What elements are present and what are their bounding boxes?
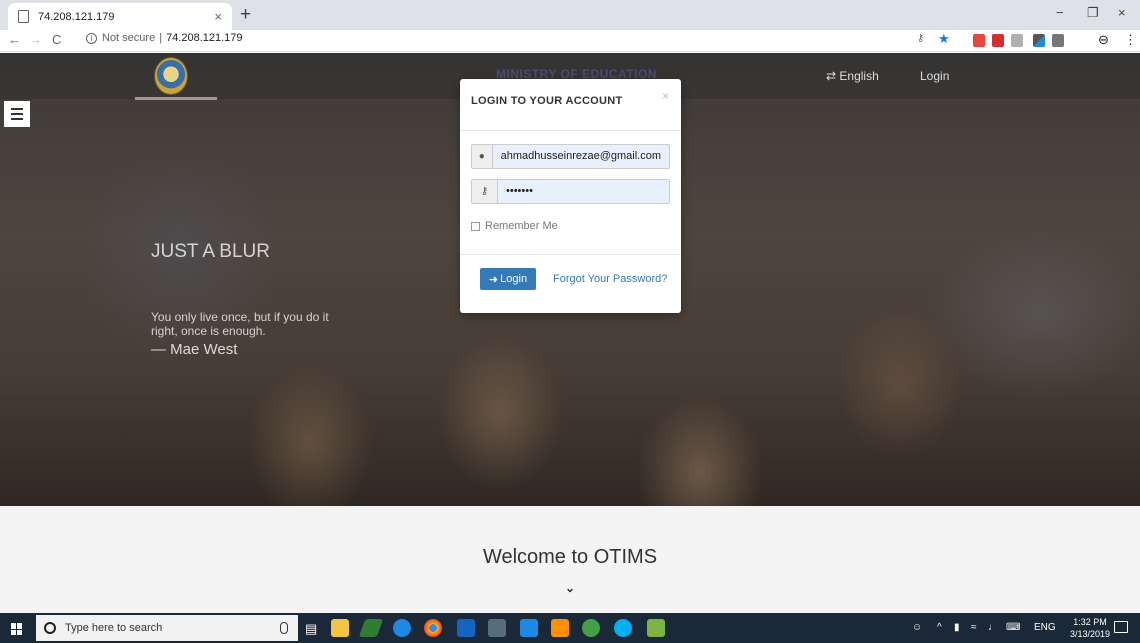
- minimize-button[interactable]: −: [1056, 5, 1064, 20]
- security-label: Not secure: [102, 32, 156, 44]
- forward-button[interactable]: →: [29, 32, 42, 47]
- tab-title: 74.208.121.179: [38, 10, 115, 23]
- restore-button[interactable]: ❐: [1087, 5, 1099, 21]
- help-extension-icon[interactable]: [1052, 34, 1064, 47]
- chevron-up-icon[interactable]: ^: [937, 622, 942, 633]
- login-modal: LOGIN TO YOUR ACCOUNT × ● ahmadhusseinre…: [460, 79, 681, 313]
- browser-tabstrip: 74.208.121.179 × + − ❐ ×: [0, 0, 1140, 30]
- welcome-heading: Welcome to OTIMS: [482, 546, 658, 568]
- hero-quote: You only live once, but if you do it rig…: [151, 310, 329, 338]
- outlook-icon[interactable]: [457, 619, 475, 637]
- email-field-group: ● ahmadhusseinrezae@gmail.com: [471, 144, 670, 169]
- profile-icon[interactable]: ⊖: [1098, 32, 1109, 48]
- battery-icon[interactable]: ▮: [954, 622, 960, 633]
- red-extension-icon[interactable]: [992, 34, 1004, 47]
- paint-icon[interactable]: [647, 619, 665, 637]
- hero-quote-author: — Mae West: [151, 341, 238, 358]
- logo-underline: [135, 97, 217, 100]
- translate-icon: ⇄: [826, 69, 840, 83]
- pen-extension-icon[interactable]: [1033, 34, 1045, 47]
- address-bar[interactable]: i Not secure | 74.208.121.179: [86, 32, 243, 44]
- volume-icon[interactable]: ♩: [988, 622, 998, 633]
- modal-footer: ➜ Login Forgot Your Password?: [460, 254, 681, 313]
- modal-header: LOGIN TO YOUR ACCOUNT ×: [460, 79, 681, 131]
- language-indicator[interactable]: ENG: [1034, 622, 1056, 633]
- reload-button[interactable]: C: [52, 32, 61, 47]
- login-button[interactable]: ➜ Login: [480, 268, 536, 290]
- hamburger-menu-icon[interactable]: [4, 101, 30, 127]
- email-field[interactable]: ahmadhusseinrezae@gmail.com: [491, 144, 670, 169]
- clock-date: 3/13/2019: [1070, 629, 1111, 639]
- language-label: English: [839, 69, 879, 83]
- language-selector[interactable]: ⇄ English: [826, 69, 879, 83]
- chevron-down-icon[interactable]: ⌄: [563, 581, 577, 595]
- user-icon: ●: [471, 144, 492, 169]
- grey-extension-icon[interactable]: [1011, 34, 1023, 47]
- back-button[interactable]: ←: [8, 32, 21, 47]
- keyboard-icon[interactable]: ⌨: [1006, 622, 1020, 633]
- hero-title: JUST A BLUR: [151, 241, 270, 262]
- url-separator: |: [159, 32, 163, 44]
- url-text[interactable]: 74.208.121.179: [166, 32, 242, 44]
- browser-toolbar: ← → C i Not secure | 74.208.121.179 ⚷ ★ …: [0, 30, 1140, 52]
- key-icon: ⚷: [471, 179, 497, 204]
- sublime-icon[interactable]: [551, 619, 569, 637]
- new-tab-button[interactable]: +: [240, 4, 251, 26]
- taskbar-search[interactable]: Type here to search: [36, 615, 298, 641]
- microphone-icon[interactable]: [280, 622, 288, 634]
- skype-icon[interactable]: [614, 619, 632, 637]
- clock-time: 1:32 PM: [1073, 617, 1107, 627]
- remember-me-checkbox[interactable]: [471, 221, 480, 231]
- green-app-icon[interactable]: [582, 619, 600, 637]
- info-icon[interactable]: i: [86, 32, 97, 44]
- bookmark-star-icon[interactable]: ★: [938, 31, 950, 46]
- sign-in-icon: ➜: [488, 273, 499, 286]
- cortana-icon: [44, 622, 56, 634]
- nav-login-link[interactable]: Login: [920, 69, 949, 83]
- task-view-icon[interactable]: ▤: [305, 621, 317, 637]
- remember-me-label: Remember Me: [485, 220, 558, 232]
- password-field[interactable]: •••••••: [497, 179, 670, 204]
- tab-close-icon[interactable]: ×: [214, 9, 222, 24]
- close-window-button[interactable]: ×: [1118, 5, 1126, 20]
- page-icon: [18, 10, 29, 23]
- app-icon[interactable]: [358, 619, 384, 637]
- taskbar-search-placeholder: Type here to search: [65, 622, 163, 634]
- modal-close-icon[interactable]: ×: [662, 89, 669, 103]
- windows-taskbar: Type here to search ▤ ☺ ^ ▮ ≈ ♩ ⌨ ENG 1:…: [0, 613, 1140, 643]
- menu-icon[interactable]: ⋮: [1124, 32, 1137, 48]
- password-field-group: ⚷ •••••••: [471, 179, 670, 204]
- forgot-password-link[interactable]: Forgot Your Password?: [553, 273, 667, 285]
- login-button-label: Login: [500, 273, 528, 285]
- notification-icon[interactable]: [1114, 621, 1128, 633]
- vscode-icon[interactable]: [520, 619, 538, 637]
- folder-app-icon[interactable]: [488, 619, 506, 637]
- edge-icon[interactable]: [393, 619, 411, 637]
- ministry-logo[interactable]: [154, 57, 188, 95]
- chrome-icon[interactable]: [424, 619, 442, 637]
- pdf-extension-icon[interactable]: [973, 34, 985, 47]
- taskbar-clock[interactable]: 1:32 PM 3/13/2019: [1070, 616, 1110, 640]
- wifi-icon[interactable]: ≈: [971, 622, 977, 633]
- modal-title: LOGIN TO YOUR ACCOUNT: [471, 95, 623, 107]
- windows-start-icon[interactable]: [11, 623, 23, 635]
- file-explorer-icon[interactable]: [331, 619, 349, 637]
- remember-me[interactable]: Remember Me: [471, 220, 558, 232]
- people-icon[interactable]: ☺: [912, 622, 922, 633]
- browser-tab[interactable]: 74.208.121.179 ×: [8, 3, 232, 30]
- key-icon[interactable]: ⚷: [917, 33, 929, 46]
